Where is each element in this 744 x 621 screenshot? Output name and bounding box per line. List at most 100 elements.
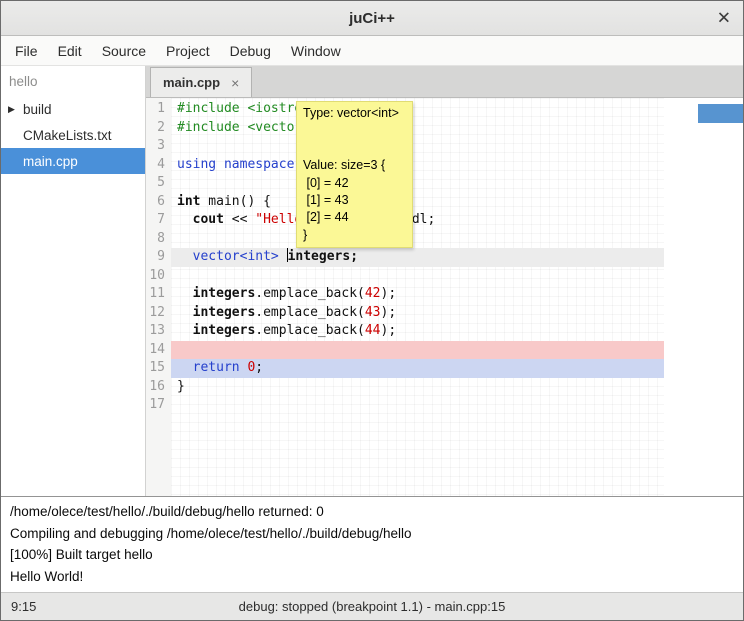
code-token: ); (381, 305, 397, 320)
code-token: ); (381, 286, 397, 301)
menu-item-project[interactable]: Project (156, 36, 220, 65)
code-line[interactable]: integers.emplace_back(43); (171, 304, 664, 323)
line-number[interactable]: 17 (146, 396, 171, 415)
line-number[interactable]: 15 (146, 359, 171, 378)
app-window: juCi++ ✕ FileEditSourceProjectDebugWindo… (0, 0, 744, 621)
sidebar-item-build[interactable]: ▶build (1, 96, 145, 122)
code-token: namespace (224, 157, 294, 172)
code-line[interactable]: cout << "Hello World!" << endl; (171, 211, 664, 230)
line-number[interactable]: 1 (146, 100, 171, 119)
code-line[interactable]: #include <iostream> (171, 100, 664, 119)
window-title: juCi++ (349, 10, 395, 27)
code-line[interactable] (171, 267, 664, 286)
code-token: ; (255, 360, 263, 375)
line-number[interactable]: 6 (146, 193, 171, 212)
line-number[interactable]: 11 (146, 285, 171, 304)
tree-item-label: main.cpp (23, 154, 78, 169)
code-line[interactable]: integers.emplace_back(42); (171, 285, 664, 304)
tab-main-cpp[interactable]: main.cpp × (150, 67, 252, 97)
tree-item-label: build (23, 102, 52, 117)
code-line[interactable]: integers.emplace_back(44); (171, 322, 664, 341)
code-token: } (177, 379, 185, 394)
status-bar: debug: stopped (breakpoint 1.1) - main.c… (1, 592, 743, 620)
menu-item-edit[interactable]: Edit (48, 36, 92, 65)
expander-arrow-icon[interactable]: ▶ (8, 104, 23, 115)
code-token: using (177, 157, 216, 172)
line-number[interactable]: 4 (146, 156, 171, 175)
code-token: ); (381, 323, 397, 338)
line-number[interactable]: 5 (146, 174, 171, 193)
tooltip-line: [2] = 44 (303, 209, 406, 226)
line-number[interactable]: 13 (146, 322, 171, 341)
code-line[interactable]: } (171, 378, 664, 397)
output-line: [100%] Built target hello (10, 544, 734, 566)
code-token (177, 212, 193, 227)
code-token (177, 249, 193, 264)
sidebar-item-cmakelists-txt[interactable]: CMakeLists.txt (1, 122, 145, 148)
line-number[interactable]: 12 (146, 304, 171, 323)
menu-bar: FileEditSourceProjectDebugWindow (1, 36, 743, 66)
output-line: /home/olece/test/hello/./build/debug/hel… (10, 501, 734, 523)
line-number[interactable]: 14 (146, 341, 171, 360)
sidebar-item-main-cpp[interactable]: main.cpp (1, 148, 145, 174)
code-line[interactable]: #include <vector> (171, 119, 664, 138)
line-number[interactable]: 16 (146, 378, 171, 397)
line-number[interactable]: 3 (146, 137, 171, 156)
tooltip-line: [0] = 42 (303, 175, 406, 192)
code-token (177, 305, 193, 320)
code-line[interactable]: int main() { (171, 193, 664, 212)
output-line: Compiling and debugging /home/olece/test… (10, 523, 734, 545)
code-line[interactable] (171, 174, 664, 193)
editor-column: main.cpp× 1234567891011121314151617 #inc… (146, 66, 743, 496)
code-line[interactable] (171, 137, 664, 156)
code-token: .emplace_back( (255, 286, 365, 301)
close-window-button[interactable]: ✕ (717, 10, 731, 27)
code-line[interactable] (171, 230, 664, 249)
line-number[interactable]: 9 (146, 248, 171, 267)
menu-item-debug[interactable]: Debug (220, 36, 281, 65)
code-token: << (224, 212, 255, 227)
code-line[interactable] (171, 396, 664, 415)
code-area: #include <iostream>#include <vector> usin… (171, 98, 664, 496)
code-token: 42 (365, 286, 381, 301)
code-token (177, 286, 193, 301)
line-number[interactable]: 7 (146, 211, 171, 230)
code-token (216, 157, 224, 172)
code-line[interactable]: return 0; (171, 359, 664, 378)
menu-item-source[interactable]: Source (92, 36, 156, 65)
debug-status-text: debug: stopped (breakpoint 1.1) - main.c… (1, 599, 743, 614)
menu-item-window[interactable]: Window (281, 36, 351, 65)
code-editor[interactable]: 1234567891011121314151617 #include <iost… (146, 98, 743, 496)
tab-label: main.cpp (163, 75, 220, 90)
tooltip-line: } (303, 227, 406, 244)
tree-item-label: CMakeLists.txt (23, 128, 112, 143)
tooltip-line (303, 122, 406, 139)
code-token: integers (193, 305, 256, 320)
line-number[interactable]: 10 (146, 267, 171, 286)
scrollbar-thumb[interactable] (698, 104, 743, 123)
file-tree: ▶build CMakeLists.txt main.cpp (1, 96, 145, 174)
code-token: 43 (365, 305, 381, 320)
code-token: 44 (365, 323, 381, 338)
debug-value-tooltip: Type: vector<int> Value: size=3 { [0] = … (296, 101, 413, 248)
tooltip-line (303, 140, 406, 157)
output-panel: /home/olece/test/hello/./build/debug/hel… (1, 496, 743, 592)
code-line[interactable] (171, 341, 664, 360)
code-line[interactable]: vector<int> integers; (171, 248, 664, 267)
code-token: vector<int> (193, 249, 279, 264)
code-token (279, 249, 287, 264)
menu-item-file[interactable]: File (5, 36, 48, 65)
project-name: hello (1, 66, 145, 96)
line-number[interactable]: 8 (146, 230, 171, 249)
output-line: Hello World! (10, 566, 734, 588)
tooltip-line: Value: size=3 { (303, 157, 406, 174)
code-token: integers (193, 323, 256, 338)
code-line[interactable]: using namespace std; (171, 156, 664, 175)
project-sidebar: hello ▶build CMakeLists.txt main.cpp (1, 66, 146, 496)
line-number[interactable]: 2 (146, 119, 171, 138)
tab-close-icon[interactable]: × (231, 76, 239, 90)
code-token: .emplace_back( (255, 323, 365, 338)
code-token: integers (193, 286, 256, 301)
tab-bar: main.cpp × (146, 66, 743, 98)
title-bar: juCi++ ✕ (1, 1, 743, 36)
